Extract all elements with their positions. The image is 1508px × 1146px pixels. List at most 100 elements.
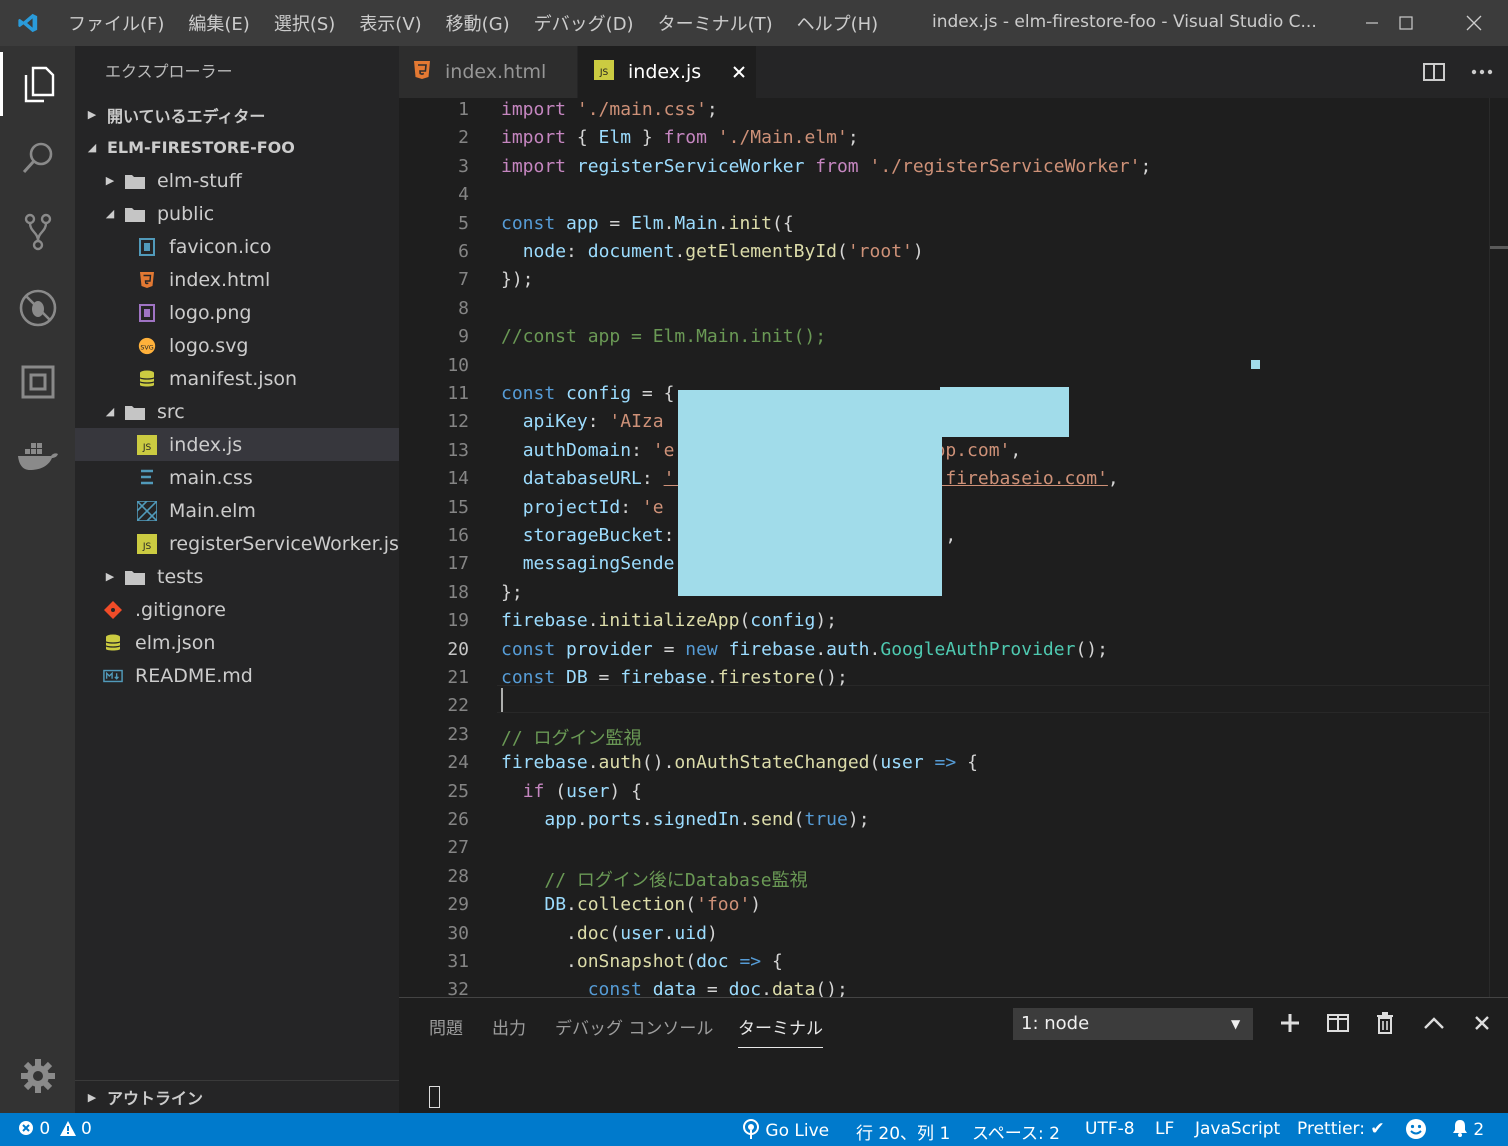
more-actions-icon[interactable] [1465, 55, 1499, 89]
encoding[interactable]: UTF-8 [1085, 1119, 1135, 1139]
tree-file[interactable]: logo.png [75, 296, 399, 329]
tree-item-label: main.css [169, 466, 253, 489]
feedback-smiley-icon[interactable] [1405, 1118, 1427, 1145]
tree-file[interactable]: Main.elm [75, 494, 399, 527]
notifications[interactable]: 2 [1452, 1119, 1484, 1140]
tab-problems[interactable]: 問題 [429, 1014, 463, 1039]
tree-file[interactable]: README.md [75, 659, 399, 692]
chevron-down-icon: ◢ [87, 141, 97, 154]
svg-text:JS: JS [142, 542, 152, 552]
explorer-icon[interactable] [0, 52, 75, 116]
tab-close-icon[interactable] [732, 62, 746, 84]
tree-file[interactable]: elm.json [75, 626, 399, 659]
tree-file[interactable]: SVG logo.svg [75, 329, 399, 362]
prettier-status[interactable]: Prettier: ✔ [1297, 1119, 1385, 1139]
menu-terminal[interactable]: ターミナル(T) [646, 10, 785, 36]
split-editor-icon[interactable] [1417, 55, 1451, 89]
tree-folder[interactable]: ▶ tests [75, 560, 399, 593]
tab-index-js[interactable]: JS index.js [578, 46, 756, 98]
tree-file[interactable]: index.html [75, 263, 399, 296]
tree-folder[interactable]: ▶ elm-stuff [75, 164, 399, 197]
code-line: app.ports.signedIn.send(true); [544, 809, 870, 830]
line-number: 26 [447, 809, 469, 830]
menu-go[interactable]: 移動(G) [434, 10, 522, 36]
settings-gear-icon[interactable] [0, 1044, 75, 1108]
tree-item-label: index.js [169, 433, 243, 456]
tab-terminal[interactable]: ターミナル [738, 1014, 823, 1048]
menu-edit[interactable]: 編集(E) [176, 10, 261, 36]
redaction-box [940, 387, 1069, 437]
activity-bar [0, 46, 75, 1113]
maximize-button[interactable] [1372, 0, 1440, 46]
tab-output[interactable]: 出力 [492, 1014, 526, 1039]
terminal-cursor[interactable] [429, 1086, 440, 1108]
menu-view[interactable]: 表示(V) [347, 10, 433, 36]
trash-icon[interactable] [1368, 1006, 1402, 1040]
line-number: 25 [447, 780, 469, 802]
tree-item-label: elm-stuff [157, 169, 242, 192]
line-number: 22 [447, 695, 469, 717]
line-number: 9 [458, 326, 469, 348]
menu-selection[interactable]: 選択(S) [262, 10, 347, 36]
indentation[interactable]: スペース: 2 [972, 1119, 1060, 1144]
tab-index-html[interactable]: index.html [399, 46, 577, 98]
title-bar: ファイル(F) 編集(E) 選択(S) 表示(V) 移動(G) デバッグ(D) … [0, 0, 1508, 46]
docker-icon[interactable] [0, 424, 75, 488]
tree-file[interactable]: favicon.ico [75, 230, 399, 263]
menu-help[interactable]: ヘルプ(H) [785, 10, 891, 36]
search-icon[interactable] [0, 126, 75, 190]
cursor-position[interactable]: 行 20、列 1 [856, 1119, 950, 1144]
close-panel-icon[interactable] [1465, 1006, 1499, 1040]
line-number: 4 [458, 184, 469, 206]
tab-label: index.js [628, 61, 702, 83]
tree-file[interactable]: JS index.js [75, 428, 399, 461]
line-number: 21 [447, 667, 469, 688]
menu-file[interactable]: ファイル(F) [56, 10, 176, 36]
line-number: 27 [447, 837, 469, 859]
chevron-right-icon: ▶ [87, 108, 97, 121]
line-number: 32 [447, 979, 469, 997]
line-number: 19 [447, 610, 469, 632]
js-file-icon: JS [594, 59, 614, 85]
notification-count: 2 [1473, 1120, 1485, 1140]
line-number: 5 [458, 212, 469, 234]
debug-icon[interactable] [0, 276, 75, 340]
menu-debug[interactable]: デバッグ(D) [522, 10, 646, 36]
tree-folder[interactable]: ◢ src [75, 395, 399, 428]
outline-section[interactable]: ▶ アウトライン [75, 1080, 399, 1113]
line-number: 7 [458, 269, 469, 291]
vertical-scrollbar[interactable] [1489, 98, 1508, 997]
split-terminal-icon[interactable] [1321, 1006, 1355, 1040]
end-of-line[interactable]: LF [1155, 1119, 1174, 1139]
code-line: // ログイン後にDatabase監視 [544, 869, 808, 891]
tree-file[interactable]: manifest.json [75, 362, 399, 395]
code-line: import './main.css'; [501, 99, 718, 120]
open-editors-section[interactable]: ▶ 開いているエディター [75, 98, 399, 131]
error-count: 0 [39, 1119, 51, 1139]
svg-text:JS: JS [599, 68, 609, 78]
tab-debug-console[interactable]: デバッグ コンソール [555, 1014, 713, 1039]
chevron-right-icon: ▶ [105, 174, 115, 187]
tree-file[interactable]: JS registerServiceWorker.js [75, 527, 399, 560]
code-line: node: document.getElementById('root') [522, 241, 924, 262]
tree-file[interactable]: .gitignore [75, 593, 399, 626]
css-file-icon [137, 468, 157, 488]
terminal-select[interactable]: 1: node ▼ [1013, 1008, 1253, 1040]
maximize-panel-chevron-up-icon[interactable] [1417, 1006, 1451, 1040]
language-mode[interactable]: JavaScript [1195, 1119, 1280, 1139]
tree-item-label: Main.elm [169, 499, 256, 522]
code-line: .onSnapshot(doc => { [501, 951, 783, 972]
editor-tabs: index.html JS index.js [399, 46, 1508, 98]
problems-status[interactable]: 0 0 [18, 1119, 92, 1139]
close-window-button[interactable] [1440, 0, 1508, 46]
go-live-button[interactable]: Go Live [742, 1119, 829, 1141]
new-terminal-plus-icon[interactable] [1273, 1006, 1307, 1040]
project-folder-section[interactable]: ◢ ELM-FIRESTORE-FOO [75, 131, 399, 164]
extensions-icon[interactable] [0, 350, 75, 414]
code-line: firebase.auth().onAuthStateChanged(user … [501, 752, 978, 774]
tree-file[interactable]: main.css [75, 461, 399, 494]
tree-folder[interactable]: ◢ public [75, 197, 399, 230]
code-editor[interactable]: 1 import './main.css'; 2 import { Elm } fro… [399, 98, 1508, 997]
source-control-icon[interactable] [0, 200, 75, 264]
line-number: 2 [458, 127, 469, 149]
